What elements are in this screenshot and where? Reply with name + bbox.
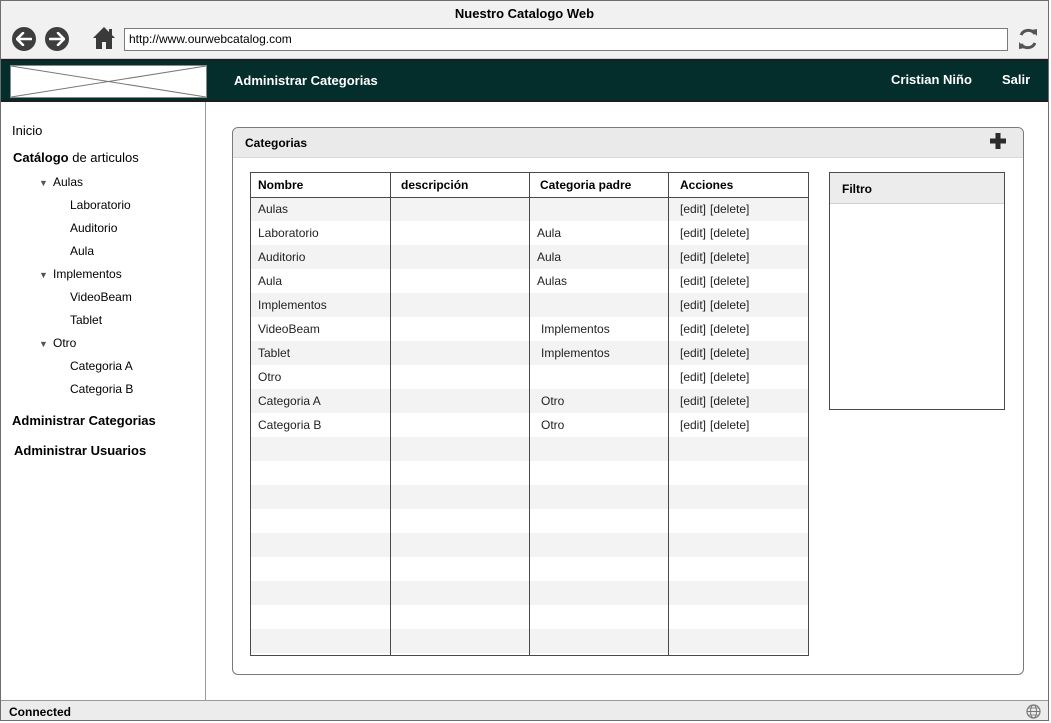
status-bar: Connected <box>1 700 1048 720</box>
back-button[interactable] <box>12 27 36 51</box>
edit-link[interactable]: [edit] <box>680 418 706 432</box>
globe-icon <box>1026 704 1041 719</box>
refresh-button[interactable] <box>1016 26 1040 52</box>
edit-link[interactable]: [edit] <box>680 394 706 408</box>
tree-group-otro[interactable]: Otro <box>53 336 76 350</box>
column-header-acciones: Acciones <box>680 178 734 192</box>
delete-link[interactable]: [delete] <box>710 418 749 432</box>
delete-link[interactable]: [delete] <box>710 322 749 336</box>
cell-categoria-padre: Aulas <box>537 274 568 288</box>
cell-categoria-padre: Otro <box>541 394 565 408</box>
tree-group-implementos[interactable]: Implementos <box>53 267 122 281</box>
edit-link[interactable]: [edit] <box>680 274 706 288</box>
edit-link[interactable]: [edit] <box>680 370 706 384</box>
delete-link[interactable]: [delete] <box>710 274 749 288</box>
delete-link[interactable]: [delete] <box>710 226 749 240</box>
cell-nombre: Auditorio <box>258 250 306 264</box>
catalogo-label-rest: de articulos <box>68 150 139 165</box>
app-header: Administrar Categorias Cristian Niño Sal… <box>1 59 1048 102</box>
filter-panel: Filtro <box>829 172 1005 410</box>
logo-placeholder <box>10 65 207 98</box>
categories-table: Aulas [edit] [delete] Laboratorio Aula [edit]… <box>250 172 809 656</box>
url-input[interactable]: http://www.ourwebcatalog.com <box>124 28 1008 51</box>
cell-nombre: Categoria B <box>258 418 322 432</box>
sidebar-item-admin-categorias[interactable]: Administrar Categorias <box>12 413 156 428</box>
cell-categoria-padre: Aula <box>537 250 562 264</box>
column-header-categoria-padre: Categoria padre <box>540 178 632 192</box>
edit-link[interactable]: [edit] <box>680 250 706 264</box>
cell-nombre: Otro <box>258 370 282 384</box>
tree-item-videobeam[interactable]: VideoBeam <box>70 290 132 304</box>
tree-item-categoria-b[interactable]: Categoria B <box>70 382 133 396</box>
tree-item-categoria-a[interactable]: Categoria A <box>70 359 133 373</box>
arrow-left-icon <box>16 32 32 46</box>
cell-nombre: Tablet <box>258 346 291 360</box>
browser-window: Nuestro Catalogo Web http://www.ourwebca… <box>0 0 1049 721</box>
cell-categoria-padre: Implementos <box>541 346 610 360</box>
sidebar-item-inicio[interactable]: Inicio <box>12 123 42 138</box>
edit-link[interactable]: [edit] <box>680 202 706 216</box>
edit-link[interactable]: [edit] <box>680 226 706 240</box>
delete-link[interactable]: [delete] <box>710 394 749 408</box>
sidebar-item-catalogo[interactable]: Catálogo de articulos <box>13 150 139 165</box>
refresh-icon <box>1016 28 1040 55</box>
status-text: Connected <box>9 705 72 719</box>
user-name-link[interactable]: Cristian Niño <box>891 72 972 87</box>
tree-item-auditorio[interactable]: Auditorio <box>70 221 117 235</box>
page-title: Administrar Categorias <box>234 73 378 88</box>
column-divider <box>668 173 669 655</box>
panel-header: Categorias <box>233 128 1023 158</box>
column-header-descripcion: descripción <box>401 178 469 192</box>
edit-link[interactable]: [edit] <box>680 322 706 336</box>
logout-link[interactable]: Salir <box>1002 72 1030 87</box>
tree-item-laboratorio[interactable]: Laboratorio <box>70 198 131 212</box>
column-header-nombre: Nombre <box>258 178 304 192</box>
delete-link[interactable]: [delete] <box>710 370 749 384</box>
triangle-down-icon[interactable]: ▼ <box>39 270 48 280</box>
tree-item-tablet[interactable]: Tablet <box>70 313 102 327</box>
cell-nombre: Aula <box>258 274 283 288</box>
add-category-button[interactable] <box>989 132 1007 150</box>
tree-group-aulas[interactable]: Aulas <box>53 175 83 189</box>
cell-categoria-padre: Otro <box>541 418 565 432</box>
home-icon <box>92 27 116 53</box>
home-button[interactable] <box>92 26 116 50</box>
window-title: Nuestro Catalogo Web <box>454 6 595 21</box>
delete-link[interactable]: [delete] <box>710 298 749 312</box>
tree-item-aula[interactable]: Aula <box>70 244 94 258</box>
sidebar: Inicio Catálogo de articulos ▼ Aulas Lab… <box>1 102 206 700</box>
cell-nombre: VideoBeam <box>258 322 320 336</box>
cell-categoria-padre: Aula <box>537 226 562 240</box>
edit-link[interactable]: [edit] <box>680 298 706 312</box>
edit-link[interactable]: [edit] <box>680 346 706 360</box>
cell-nombre: Aulas <box>258 202 289 216</box>
catalogo-label-bold: Catálogo <box>13 150 69 165</box>
panel-title: Categorias <box>245 136 308 150</box>
column-divider <box>529 173 530 655</box>
cell-categoria-padre: Implementos <box>541 322 610 336</box>
delete-link[interactable]: [delete] <box>710 202 749 216</box>
cell-nombre: Implementos <box>258 298 327 312</box>
triangle-down-icon[interactable]: ▼ <box>39 339 48 349</box>
cell-nombre: Laboratorio <box>258 226 319 240</box>
plus-icon <box>989 133 1007 153</box>
forward-button[interactable] <box>45 27 69 51</box>
triangle-down-icon[interactable]: ▼ <box>39 178 48 188</box>
browser-chrome: Nuestro Catalogo Web http://www.ourwebca… <box>1 1 1048 59</box>
column-divider <box>390 173 391 655</box>
cell-nombre: Categoria A <box>258 394 321 408</box>
delete-link[interactable]: [delete] <box>710 250 749 264</box>
filter-title: Filtro <box>842 182 872 196</box>
filter-header: Filtro <box>830 173 1004 204</box>
delete-link[interactable]: [delete] <box>710 346 749 360</box>
arrow-right-icon <box>49 32 65 46</box>
sidebar-item-admin-usuarios[interactable]: Administrar Usuarios <box>14 443 146 458</box>
